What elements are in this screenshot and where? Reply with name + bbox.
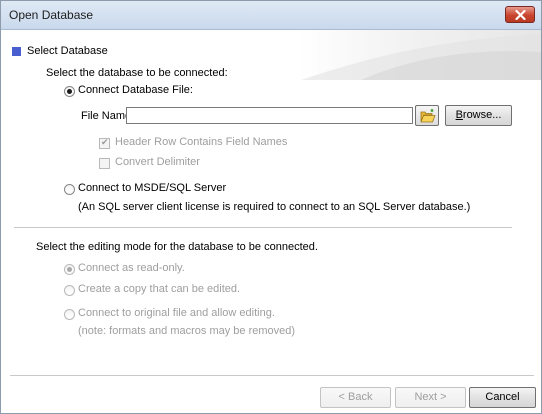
section-divider [14,227,512,228]
database-prompt: Select the database to be connected: [46,67,228,79]
editable-copy-radio[interactable] [64,285,75,296]
folder-open-icon [420,109,436,123]
close-button[interactable] [505,6,535,23]
connect-sql-server-label: Connect to MSDE/SQL Server [78,182,227,194]
browse-button[interactable]: Browse... [445,105,512,126]
original-editing-radio[interactable] [64,309,75,320]
sql-license-note: (An SQL server client license is require… [78,201,471,213]
section-marker [12,47,21,56]
next-button[interactable]: Next > [395,387,466,408]
close-icon [515,10,526,20]
convert-delimiter-label: Convert Delimiter [115,156,200,168]
title-bar: Open Database [1,1,541,30]
file-name-input[interactable] [126,107,413,124]
editable-copy-label: Create a copy that can be edited. [78,283,241,295]
folder-browse-button[interactable] [415,105,439,126]
convert-delimiter-checkbox[interactable] [99,158,110,169]
editing-note: (note: formats and macros may be removed… [78,325,296,337]
connect-database-file-label: Connect Database File: [78,84,193,96]
read-only-label: Connect as read-only. [78,262,185,274]
original-editing-label: Connect to original file and allow editi… [78,307,275,319]
header-row-label: Header Row Contains Field Names [115,136,288,148]
editing-mode-prompt: Select the editing mode for the database… [36,241,318,253]
header-row-checkbox[interactable] [99,137,110,149]
open-database-dialog: Open Database Select Database Select the… [0,0,542,414]
read-only-radio[interactable] [64,264,75,275]
back-button[interactable]: < Back [320,387,391,408]
footer-divider [10,375,534,377]
section-title: Select Database [27,45,108,57]
connect-sql-server-radio[interactable] [64,184,75,195]
cancel-button[interactable]: Cancel [469,387,536,408]
connect-database-file-radio[interactable] [64,86,75,97]
window-title: Open Database [9,8,94,22]
